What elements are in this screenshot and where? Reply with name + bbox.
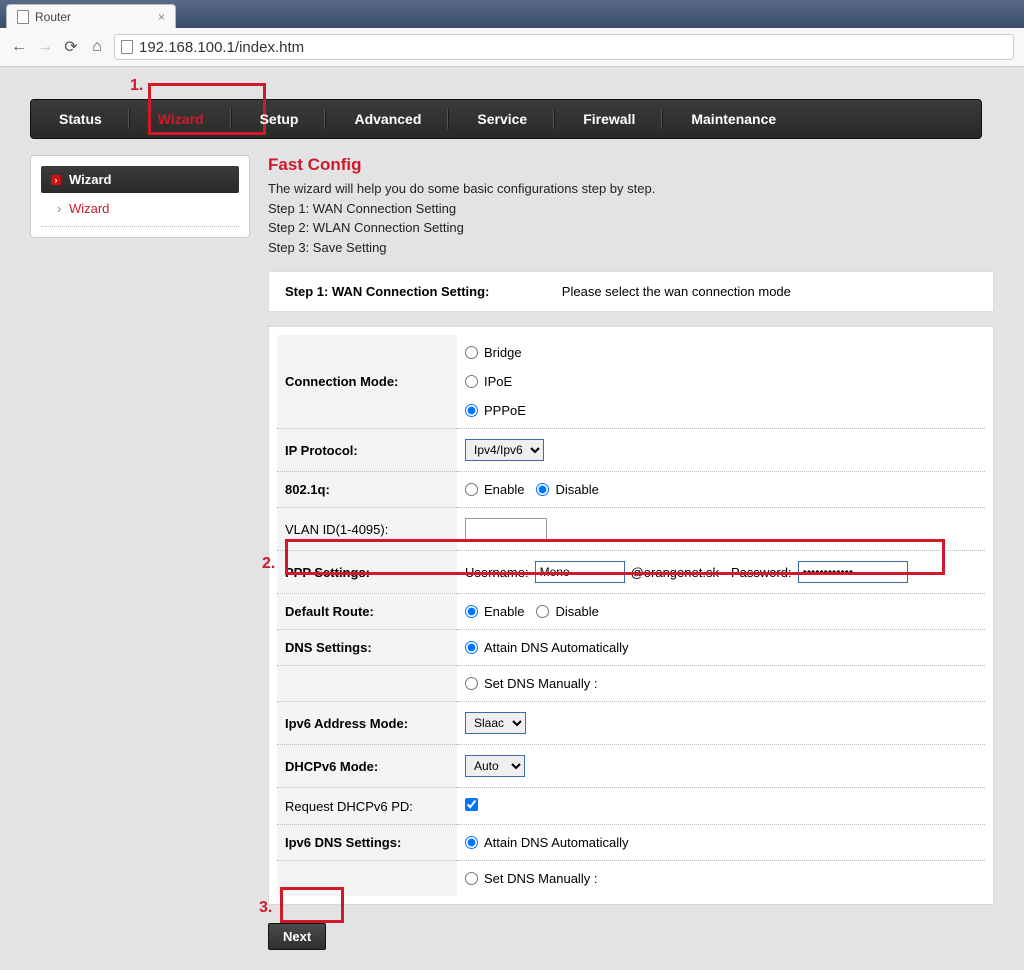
dhcpv6-mode-label: DHCPv6 Mode: xyxy=(277,745,457,788)
connection-mode-ipoe[interactable]: IPoE xyxy=(465,374,977,389)
main-content: Fast Config The wizard will help you do … xyxy=(268,155,994,950)
vlan-label: VLAN ID(1-4095): xyxy=(277,508,457,551)
request-dhcpv6-pd-label: Request DHCPv6 PD: xyxy=(277,788,457,825)
page-title: Fast Config xyxy=(268,155,994,175)
ipv6-address-mode-label: Ipv6 Address Mode: xyxy=(277,702,457,745)
home-icon[interactable]: ⌂ xyxy=(88,38,106,56)
dhcpv6-mode-select[interactable]: Auto xyxy=(465,755,525,777)
connection-mode-label: Connection Mode: xyxy=(277,335,457,429)
dns-manual[interactable]: Set DNS Manually : xyxy=(465,676,977,691)
topnav-item-advanced[interactable]: Advanced xyxy=(326,99,449,139)
page-icon xyxy=(121,40,133,54)
page-icon xyxy=(17,10,29,24)
radio-dns-manual[interactable] xyxy=(465,677,478,690)
radio-ipoe[interactable] xyxy=(465,375,478,388)
radio-ipv6dns-manual[interactable] xyxy=(465,872,478,885)
vlan-id-input[interactable] xyxy=(465,518,547,540)
arrow-icon: › xyxy=(51,175,61,185)
annotation-1: 1. xyxy=(130,77,143,95)
radio-pppoe[interactable] xyxy=(465,404,478,417)
topnav-item-status[interactable]: Status xyxy=(31,99,130,139)
topnav-item-firewall[interactable]: Firewall xyxy=(555,99,663,139)
radio-dns-auto[interactable] xyxy=(465,641,478,654)
dot1q-enable[interactable]: Enable xyxy=(465,482,524,497)
ppp-username-input[interactable] xyxy=(535,561,625,583)
dot1q-label: 802.1q: xyxy=(277,472,457,508)
sidebar-item-wizard[interactable]: › Wizard xyxy=(41,193,239,227)
reload-icon[interactable]: ⟳ xyxy=(62,38,80,56)
next-button[interactable]: Next xyxy=(268,923,326,950)
connection-mode-bridge[interactable]: Bridge xyxy=(465,345,977,360)
topnav-item-wizard[interactable]: Wizard xyxy=(130,99,232,139)
default-route-enable[interactable]: Enable xyxy=(465,604,524,619)
intro-text: The wizard will help you do some basic c… xyxy=(268,179,994,257)
step-box-desc: Please select the wan connection mode xyxy=(562,284,977,299)
ip-protocol-select[interactable]: Ipv4/Ipv6 xyxy=(465,439,544,461)
ppp-username-label: Username: xyxy=(465,565,529,580)
request-dhcpv6-pd-checkbox[interactable] xyxy=(465,798,478,811)
form-panel: Connection Mode: Bridge IPoE xyxy=(268,326,994,905)
ppp-password-label: Password: xyxy=(731,565,792,580)
topnav-item-maintenance[interactable]: Maintenance xyxy=(663,99,804,139)
close-icon[interactable]: × xyxy=(158,10,165,24)
default-route-disable[interactable]: Disable xyxy=(536,604,598,619)
ip-protocol-label: IP Protocol: xyxy=(277,429,457,472)
browser-toolbar: ← → ⟳ ⌂ 192.168.100.1/index.htm xyxy=(0,28,1024,66)
ppp-settings-label: PPP Settings: xyxy=(277,551,457,594)
annotation-3: 3. xyxy=(259,899,272,917)
radio-dot1q-enable[interactable] xyxy=(465,483,478,496)
topnav: StatusWizardSetupAdvancedServiceFirewall… xyxy=(30,99,982,139)
dot1q-disable[interactable]: Disable xyxy=(536,482,598,497)
step-box: Step 1: WAN Connection Setting: Please s… xyxy=(268,271,994,312)
sidebar-item-label: Wizard xyxy=(69,201,109,216)
dns-auto[interactable]: Attain DNS Automatically xyxy=(465,640,977,655)
topnav-item-setup[interactable]: Setup xyxy=(232,99,327,139)
ipv6-dns-auto[interactable]: Attain DNS Automatically xyxy=(465,835,977,850)
topnav-item-service[interactable]: Service xyxy=(449,99,555,139)
back-icon[interactable]: ← xyxy=(10,38,28,56)
url-text: 192.168.100.1/index.htm xyxy=(139,39,304,56)
radio-dot1q-disable[interactable] xyxy=(536,483,549,496)
sidebar-head-label: Wizard xyxy=(69,172,112,187)
radio-ipv6dns-auto[interactable] xyxy=(465,836,478,849)
browser-tab[interactable]: Router × xyxy=(6,4,176,28)
sidebar-head-wizard[interactable]: › Wizard xyxy=(41,166,239,193)
ppp-password-input[interactable] xyxy=(798,561,908,583)
ppp-domain-text: @orangenet.sk xyxy=(631,565,719,580)
chevron-right-icon: › xyxy=(57,201,61,216)
radio-droute-enable[interactable] xyxy=(465,605,478,618)
radio-droute-disable[interactable] xyxy=(536,605,549,618)
radio-bridge[interactable] xyxy=(465,346,478,359)
forward-icon[interactable]: → xyxy=(36,38,54,56)
step-box-label: Step 1: WAN Connection Setting: xyxy=(285,284,562,299)
browser-chrome: Router × ← → ⟳ ⌂ 192.168.100.1/index.htm xyxy=(0,0,1024,67)
sidebar: › Wizard › Wizard xyxy=(30,155,250,238)
url-input[interactable]: 192.168.100.1/index.htm xyxy=(114,34,1014,60)
dns-settings-label: DNS Settings: xyxy=(277,630,457,666)
ipv6-address-mode-select[interactable]: Slaac xyxy=(465,712,526,734)
annotation-2: 2. xyxy=(262,555,275,573)
connection-mode-pppoe[interactable]: PPPoE xyxy=(465,403,977,418)
ipv6-dns-settings-label: Ipv6 DNS Settings: xyxy=(277,825,457,861)
tab-title: Router xyxy=(35,10,71,24)
default-route-label: Default Route: xyxy=(277,594,457,630)
browser-tab-bar: Router × xyxy=(0,0,1024,28)
ipv6-dns-manual[interactable]: Set DNS Manually : xyxy=(465,871,977,886)
